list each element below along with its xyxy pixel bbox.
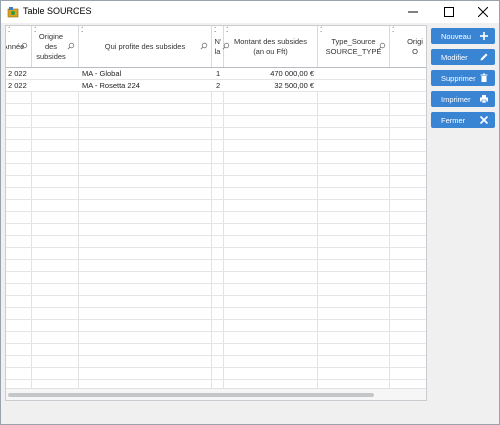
cell-qui-profite: MA - Global [82, 69, 122, 78]
table-row [6, 116, 426, 128]
print-button-label: Imprimer [441, 94, 471, 104]
table-row [6, 224, 426, 236]
column-grip-icon: ⁚ [34, 27, 37, 34]
pencil-icon [480, 53, 488, 61]
window-title: Table SOURCES [23, 6, 92, 16]
search-icon[interactable] [67, 42, 75, 50]
cell-montant: 32 500,00 € [274, 81, 314, 90]
table-row [6, 332, 426, 344]
search-icon[interactable] [222, 42, 230, 50]
close-icon [478, 7, 488, 17]
table-row [6, 176, 426, 188]
table-row [6, 188, 426, 200]
table-header: ⁚ Année ⁚ Origine des subsides ⁚ Qui pro… [6, 26, 426, 68]
new-button[interactable]: Nouveau [431, 28, 495, 44]
title-bar: Table SOURCES [1, 1, 499, 23]
table-row [6, 140, 426, 152]
table-row [6, 344, 426, 356]
search-icon[interactable] [200, 42, 208, 50]
column-label: Montant des subsides (an ou Fft) [234, 36, 307, 56]
column-label: Origine des subsides [36, 31, 66, 61]
column-label: Qui profite des subsides [104, 41, 186, 51]
table-row [6, 308, 426, 320]
table-row [6, 356, 426, 368]
table-row [6, 104, 426, 116]
trash-icon [480, 73, 488, 82]
column-grip-icon: ⁚ [81, 27, 84, 34]
search-icon[interactable] [20, 42, 28, 50]
column-header-annee[interactable]: ⁚ Année [6, 26, 32, 67]
table-row [6, 92, 426, 104]
sources-table[interactable]: ⁚ Année ⁚ Origine des subsides ⁚ Qui pro… [5, 25, 427, 401]
column-grip-icon: ⁚ [8, 27, 11, 34]
table-row [6, 368, 426, 380]
table-row[interactable]: 2 022 MA - Global 1 470 000,00 € [6, 68, 426, 80]
horizontal-scrollbar[interactable] [6, 388, 426, 400]
close-button[interactable]: Fermer [431, 112, 495, 128]
column-header-type-source[interactable]: ⁚ Type_Source SOURCE_TYPE [318, 26, 390, 67]
column-header-origine-2[interactable]: ⁚ Origi O [390, 26, 426, 67]
table-row [6, 296, 426, 308]
column-label: Origi O [407, 36, 423, 56]
column-label: Type_Source SOURCE_TYPE [325, 36, 382, 56]
table-row [6, 152, 426, 164]
plus-icon [480, 32, 488, 40]
column-grip-icon: ⁚ [226, 27, 229, 34]
close-window-button[interactable] [467, 1, 499, 23]
cell-annee: 2 022 [8, 69, 27, 78]
column-header-montant[interactable]: ⁚ Montant des subsides (an ou Fft) [222, 26, 318, 67]
column-grip-icon: ⁚ [214, 27, 217, 34]
search-icon[interactable] [378, 42, 386, 50]
table-row [6, 212, 426, 224]
cell-annee: 2 022 [8, 81, 27, 90]
new-button-label: Nouveau [441, 31, 472, 41]
column-grip-icon: ⁚ [392, 27, 395, 34]
table-row [6, 164, 426, 176]
modify-button-label: Modifier [441, 52, 468, 62]
printer-icon [480, 95, 488, 104]
delete-button-label: Supprimer [441, 73, 476, 83]
table-row [6, 260, 426, 272]
cell-numero: 2 [216, 81, 221, 90]
cell-montant: 470 000,00 € [270, 69, 314, 78]
table-row [6, 284, 426, 296]
column-header-origine[interactable]: ⁚ Origine des subsides [32, 26, 79, 67]
maximize-button[interactable] [433, 1, 465, 23]
minimize-button[interactable] [397, 1, 429, 23]
modify-button[interactable]: Modifier [431, 49, 495, 65]
table-row [6, 236, 426, 248]
table-row[interactable]: 2 022 MA - Rosetta 224 2 32 500,00 € [6, 80, 426, 92]
minimize-icon [408, 11, 418, 13]
column-header-qui-profite[interactable]: ⁚ Qui profite des subsides [79, 26, 212, 67]
table-row [6, 320, 426, 332]
print-button[interactable]: Imprimer [431, 91, 495, 107]
column-label: N° la [214, 36, 221, 56]
app-logo-icon [7, 7, 19, 18]
delete-button[interactable]: Supprimer [431, 70, 495, 86]
scrollbar-thumb[interactable] [8, 393, 374, 397]
close-icon [479, 115, 489, 125]
app-window: Table SOURCES ⁚ Année ⁚ Origine des subs… [0, 0, 500, 425]
table-row [6, 200, 426, 212]
table-row [6, 272, 426, 284]
table-row [6, 128, 426, 140]
maximize-icon [444, 7, 454, 17]
close-button-label: Fermer [441, 115, 466, 125]
table-row [6, 248, 426, 260]
cell-qui-profite: MA - Rosetta 224 [82, 81, 140, 90]
column-grip-icon: ⁚ [320, 27, 323, 34]
cell-numero: 1 [216, 69, 221, 78]
